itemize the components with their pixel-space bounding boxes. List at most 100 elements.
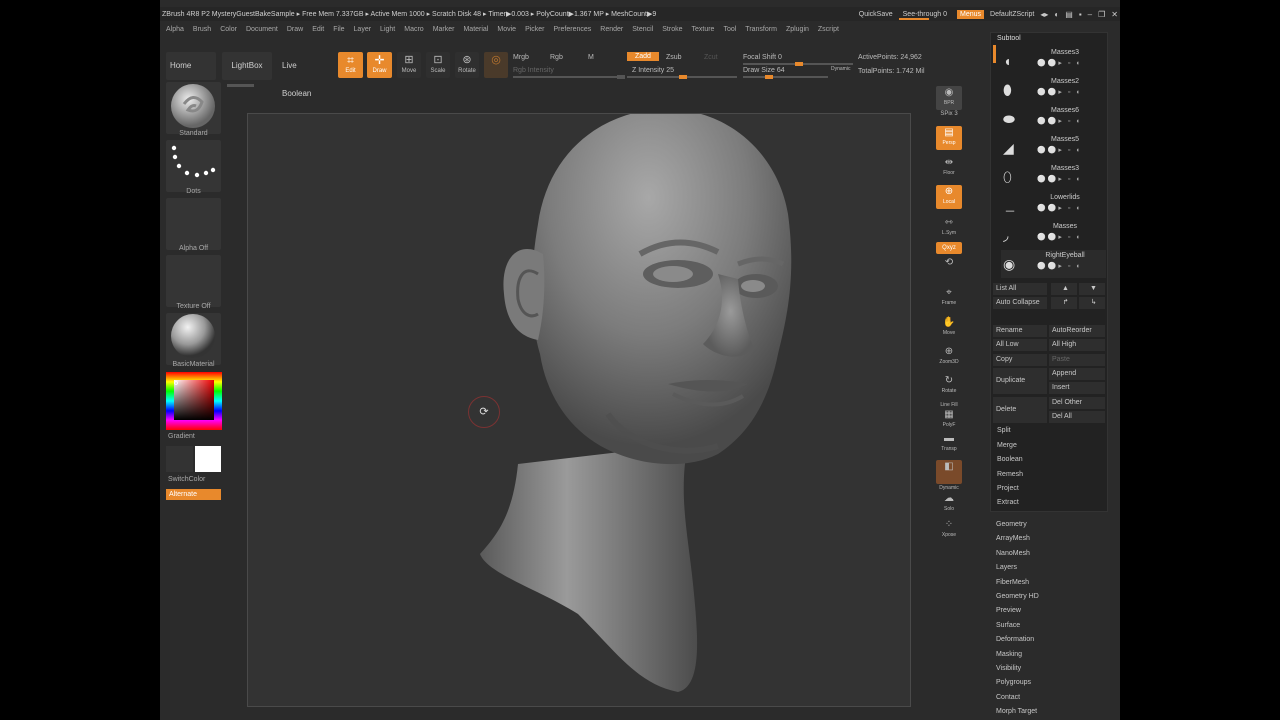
subtool-visibility-icons[interactable]: ⚪⚪▸ ▫ ◐ xyxy=(1037,204,1083,212)
move-up-arrow-icon[interactable]: ▲ xyxy=(1051,283,1077,295)
lsym-button[interactable]: ⇿ L.Sym xyxy=(936,216,962,236)
frame-button[interactable]: ⌖ Frame xyxy=(936,286,962,310)
quicksave-button[interactable]: QuickSave xyxy=(859,11,893,18)
paste-button[interactable]: Paste xyxy=(1049,354,1105,366)
zcut-button[interactable]: Zcut xyxy=(704,54,718,61)
focal-shift-slider[interactable]: Focal Shift 0 xyxy=(743,54,782,61)
subtool-item[interactable]: ◉ RightEyeball ⚪⚪▸ ▫ ◐ xyxy=(1001,250,1106,278)
tool-menu-layers[interactable]: Layers xyxy=(996,561,1116,575)
tool-menu-contact[interactable]: Contact xyxy=(996,691,1116,705)
document-canvas[interactable]: ⟳ xyxy=(247,113,911,707)
tool-menu-fibermesh[interactable]: FiberMesh xyxy=(996,576,1116,590)
menu-stencil[interactable]: Stencil xyxy=(632,26,653,33)
tool-menu-deformation[interactable]: Deformation xyxy=(996,633,1116,647)
extract-section[interactable]: Extract xyxy=(997,499,1019,506)
move-button[interactable]: ⊞ Move xyxy=(397,52,421,78)
rename-button[interactable]: Rename xyxy=(993,325,1047,337)
persp-button[interactable]: ▤ Persp xyxy=(936,126,962,150)
m-button[interactable]: M xyxy=(588,54,594,61)
menu-stroke[interactable]: Stroke xyxy=(662,26,682,33)
gradient-toggle[interactable]: Gradient xyxy=(168,433,223,440)
see-through-slider[interactable]: See-through 0 xyxy=(898,11,951,20)
xpose-button[interactable]: ⁘ Xpose xyxy=(936,518,962,542)
lock-icon[interactable]: ▪ xyxy=(1079,10,1082,19)
solo-button[interactable]: ☁ Solo xyxy=(936,492,962,516)
del-all-button[interactable]: Del All xyxy=(1049,411,1105,423)
minimize-icon[interactable]: ‒ xyxy=(1088,10,1092,19)
project-section[interactable]: Project xyxy=(997,485,1019,492)
transp-button[interactable]: ▬ Transp xyxy=(936,432,962,456)
menu-light[interactable]: Light xyxy=(380,26,395,33)
close-icon[interactable]: ✕ xyxy=(1111,10,1118,19)
list-all-button[interactable]: List All xyxy=(993,283,1047,295)
z-intensity-slider[interactable]: Z Intensity 25 xyxy=(632,67,674,74)
remesh-section[interactable]: Remesh xyxy=(997,471,1023,478)
subtool-item[interactable]: ⬯ Masses3 ⚪⚪▸ ▫ ◐ xyxy=(1001,163,1106,191)
subtool-item[interactable]: ⬬ Masses6 ⚪⚪▸ ▫ ◐ xyxy=(1001,105,1106,133)
insert-button[interactable]: Insert xyxy=(1049,382,1105,394)
menus-toggle[interactable]: Menus xyxy=(957,9,985,19)
menu-tool[interactable]: Tool xyxy=(723,26,736,33)
subtool-visibility-icons[interactable]: ⚪⚪▸ ▫ ◐ xyxy=(1037,117,1083,125)
move-down-arrow-icon[interactable]: ▼ xyxy=(1079,283,1105,295)
zadd-button[interactable]: Zadd xyxy=(627,52,659,61)
brush-selector[interactable] xyxy=(166,82,221,134)
focal-shift-knob[interactable] xyxy=(795,62,803,66)
menu-brush[interactable]: Brush xyxy=(193,26,211,33)
layout-icon[interactable]: ◂▸ xyxy=(1040,10,1048,19)
subtool-item[interactable]: ◞ Masses ⚪⚪▸ ▫ ◐ xyxy=(1001,221,1106,249)
duplicate-button[interactable]: Duplicate xyxy=(993,368,1047,394)
tool-menu-surface[interactable]: Surface xyxy=(996,619,1116,633)
tool-menu-arraymesh[interactable]: ArrayMesh xyxy=(996,532,1116,546)
tool-menu-polygroups[interactable]: Polygroups xyxy=(996,676,1116,690)
menu-transform[interactable]: Transform xyxy=(745,26,777,33)
subtool-title[interactable]: Subtool xyxy=(997,35,1021,42)
menu-layer[interactable]: Layer xyxy=(354,26,372,33)
alternate-button[interactable]: Alternate xyxy=(166,489,221,500)
z-intensity-knob[interactable] xyxy=(679,75,687,79)
move-view-button[interactable]: ✋ Move xyxy=(936,316,962,340)
restore-icon[interactable]: ❐ xyxy=(1098,10,1105,19)
rotation-icons[interactable]: ⟲ xyxy=(936,256,962,280)
color-picker-swatch[interactable]: ◎ xyxy=(484,52,508,78)
draw-size-slider[interactable]: Draw Size 64 xyxy=(743,67,785,74)
menu-file[interactable]: File xyxy=(333,26,344,33)
menu-movie[interactable]: Movie xyxy=(497,26,516,33)
subtool-visibility-icons[interactable]: ⚪⚪▸ ▫ ◐ xyxy=(1037,233,1083,241)
scale-button[interactable]: ⊡ Scale xyxy=(426,52,450,78)
dynamic-button[interactable]: Dynamic xyxy=(831,66,850,72)
tool-menu-preview[interactable]: Preview xyxy=(996,604,1116,618)
menu-color[interactable]: Color xyxy=(220,26,237,33)
edit-button[interactable]: ⌗ Edit xyxy=(338,52,363,78)
tool-menu-geometry-hd[interactable]: Geometry HD xyxy=(996,590,1116,604)
rgb-intensity-knob[interactable] xyxy=(617,75,625,79)
default-zscript-button[interactable]: DefaultZScript xyxy=(990,11,1034,18)
subtool-scrollbar[interactable] xyxy=(993,45,996,63)
del-other-button[interactable]: Del Other xyxy=(1049,397,1105,409)
stroke-selector[interactable] xyxy=(166,140,221,192)
ghost-button[interactable]: ◧ xyxy=(936,460,962,484)
floor-button[interactable]: ⇹ Floor xyxy=(936,156,962,176)
tool-menu-visibility[interactable]: Visibility xyxy=(996,662,1116,676)
live-boolean-button[interactable]: Live Boolean xyxy=(278,52,330,98)
subtool-visibility-icons[interactable]: ⚪⚪▸ ▫ ◐ xyxy=(1037,88,1083,96)
layout-icon-3[interactable]: ▤ xyxy=(1065,10,1073,19)
menu-macro[interactable]: Macro xyxy=(404,26,423,33)
polyf-button[interactable]: Line Fill ▦ PolyF xyxy=(936,402,962,428)
alpha-selector[interactable] xyxy=(166,198,221,250)
subtool-visibility-icons[interactable]: ⚪⚪▸ ▫ ◐ xyxy=(1037,262,1083,270)
menu-marker[interactable]: Marker xyxy=(433,26,455,33)
autoreorder-button[interactable]: AutoReorder xyxy=(1049,325,1105,337)
lightbox-button[interactable]: LightBox xyxy=(222,52,272,80)
mrgb-button[interactable]: Mrgb xyxy=(513,54,529,61)
switch-color-button[interactable]: SwitchColor xyxy=(168,476,223,483)
material-selector[interactable] xyxy=(166,313,221,365)
subtool-item[interactable]: ⬮ Masses2 ⚪⚪▸ ▫ ◐ xyxy=(1001,76,1106,104)
arrow-up-right-icon[interactable]: ↱ xyxy=(1051,297,1077,309)
menu-texture[interactable]: Texture xyxy=(691,26,714,33)
subtool-visibility-icons[interactable]: ⚪⚪▸ ▫ ◐ xyxy=(1037,175,1083,183)
rgb-intensity-track[interactable] xyxy=(513,75,625,79)
rgb-button[interactable]: Rgb xyxy=(550,54,563,61)
draw-button[interactable]: ✛ Draw xyxy=(367,52,392,78)
zoom3d-button[interactable]: ⊕ Zoom3D xyxy=(936,345,962,369)
